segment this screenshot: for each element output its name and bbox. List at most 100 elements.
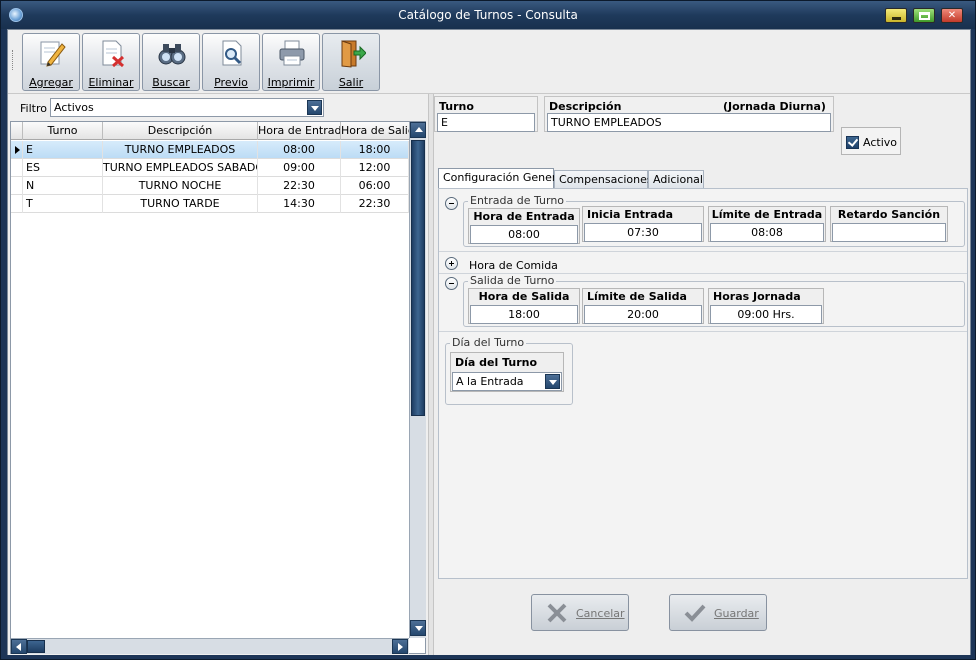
inicio-entrada-label: Inicia Entrada bbox=[587, 208, 673, 221]
edit-pencil-icon bbox=[40, 41, 66, 67]
retardo-sancion-label: Retardo Sanción bbox=[837, 208, 941, 221]
cell-turno: T bbox=[23, 195, 103, 213]
cancel-label: Cancelar bbox=[576, 607, 625, 620]
filter-select[interactable]: Activos bbox=[50, 98, 324, 117]
close-icon: ✕ bbox=[947, 10, 957, 21]
grid-header: Turno Descripción Hora de Entrada Hora d… bbox=[11, 122, 409, 140]
entrada-group: Entrada de Turno Hora de Entrada 08:00 I… bbox=[463, 194, 965, 247]
print-button-label: Imprimir bbox=[267, 76, 315, 89]
maximize-button[interactable] bbox=[913, 8, 935, 23]
dia-turno-group: Día del Turno Día del Turno A la Entrada bbox=[445, 336, 573, 405]
exit-button-label: Salir bbox=[338, 76, 364, 89]
cell-descripcion: TURNO EMPLEADOS SABADO bbox=[103, 159, 258, 177]
row-indicator bbox=[11, 159, 23, 177]
limite-entrada-input[interactable]: 08:08 bbox=[710, 223, 824, 242]
filter-value: Activos bbox=[54, 101, 94, 114]
scroll-right-button[interactable] bbox=[392, 639, 408, 654]
activo-checkbox[interactable] bbox=[846, 136, 859, 149]
minimize-icon bbox=[892, 17, 901, 20]
cell-turno: N bbox=[23, 177, 103, 195]
turnos-grid: Turno Descripción Hora de Entrada Hora d… bbox=[10, 121, 426, 654]
hora-entrada-input[interactable]: 08:00 bbox=[470, 225, 578, 244]
filter-label: Filtro bbox=[20, 102, 47, 115]
scroll-left-button[interactable] bbox=[11, 639, 27, 654]
search-button[interactable]: Buscar bbox=[142, 33, 200, 91]
expand-comida-icon[interactable] bbox=[445, 257, 458, 270]
chevron-down-icon[interactable] bbox=[307, 100, 322, 115]
col-hora-entrada[interactable]: Hora de Entrada bbox=[258, 122, 341, 140]
app-window: Catálogo de Turnos - Consulta ✕ Agregar bbox=[0, 0, 976, 660]
delete-document-icon bbox=[102, 40, 125, 68]
chevron-right-icon bbox=[398, 643, 403, 651]
col-turno[interactable]: Turno bbox=[23, 122, 103, 140]
scroll-thumb[interactable] bbox=[411, 140, 425, 416]
exit-button[interactable]: Salir bbox=[322, 33, 380, 91]
hora-salida-input[interactable]: 18:00 bbox=[470, 305, 578, 324]
turno-label: Turno bbox=[439, 100, 474, 113]
add-button[interactable]: Agregar bbox=[22, 33, 80, 91]
toolbar-grip[interactable] bbox=[12, 50, 14, 70]
limite-salida-label: Límite de Salida bbox=[587, 290, 687, 303]
preview-button-label: Previo bbox=[214, 76, 248, 89]
descripcion-label: Descripción bbox=[549, 100, 622, 113]
cell-descripcion: TURNO NOCHE bbox=[103, 177, 258, 195]
salida-group: Salida de Turno Hora de Salida 18:00 Lím… bbox=[463, 274, 965, 327]
cell-hora-salida: 18:00 bbox=[341, 141, 409, 159]
table-row[interactable]: E TURNO EMPLEADOS 08:00 18:00 bbox=[11, 141, 409, 159]
table-row[interactable]: T TURNO TARDE 14:30 22:30 bbox=[11, 195, 409, 213]
hora-salida-cell: Hora de Salida 18:00 bbox=[468, 288, 580, 324]
descripcion-input[interactable]: TURNO EMPLEADOS bbox=[547, 113, 831, 132]
checkmark-icon bbox=[684, 604, 706, 622]
save-label: Guardar bbox=[714, 607, 759, 620]
col-hora-salida[interactable]: Hora de Salida bbox=[341, 122, 409, 140]
cell-hora-salida: 12:00 bbox=[341, 159, 409, 177]
retardo-sancion-input[interactable] bbox=[832, 223, 946, 242]
preview-button[interactable]: Previo bbox=[202, 33, 260, 91]
horas-jornada-value: 09:00 Hrs. bbox=[710, 305, 822, 324]
scroll-up-button[interactable] bbox=[410, 122, 426, 138]
cancel-button[interactable]: Cancelar bbox=[531, 594, 629, 631]
inicio-entrada-input[interactable]: 07:30 bbox=[584, 223, 702, 242]
minimize-button[interactable] bbox=[885, 8, 907, 23]
entrada-group-title: Entrada de Turno bbox=[468, 194, 567, 207]
title-bar[interactable]: Catálogo de Turnos - Consulta ✕ bbox=[1, 1, 975, 29]
comida-label[interactable]: Hora de Comida bbox=[469, 259, 558, 272]
vertical-scrollbar[interactable] bbox=[409, 122, 426, 638]
list-panel: Filtro Activos Turno Descripción Hora de… bbox=[8, 94, 428, 655]
dia-turno-label: Día del Turno bbox=[455, 356, 538, 369]
tab-adicional[interactable]: Adicional bbox=[648, 170, 704, 188]
cell-descripcion: TURNO TARDE bbox=[103, 195, 258, 213]
save-button[interactable]: Guardar bbox=[669, 594, 767, 631]
col-descripcion[interactable]: Descripción bbox=[103, 122, 258, 140]
section-divider bbox=[439, 251, 967, 252]
chevron-down-icon[interactable] bbox=[545, 374, 560, 389]
horas-jornada-cell: Horas Jornada 09:00 Hrs. bbox=[708, 288, 824, 324]
activo-label: Activo bbox=[863, 136, 897, 149]
hscroll-thumb[interactable] bbox=[27, 640, 45, 653]
delete-button-label: Eliminar bbox=[88, 76, 134, 89]
delete-button[interactable]: Eliminar bbox=[82, 33, 140, 91]
row-indicator bbox=[11, 177, 23, 195]
detail-panel: Turno E Descripción (Jornada Diurna) TUR… bbox=[434, 94, 970, 655]
cell-descripcion: TURNO EMPLEADOS bbox=[103, 141, 258, 159]
cell-hora-salida: 06:00 bbox=[341, 177, 409, 195]
dia-turno-cell: Día del Turno A la Entrada bbox=[450, 352, 564, 392]
chevron-left-icon bbox=[16, 643, 21, 651]
print-button[interactable]: Imprimir bbox=[262, 33, 320, 91]
collapse-salida-icon[interactable] bbox=[445, 277, 458, 290]
table-row[interactable]: N TURNO NOCHE 22:30 06:00 bbox=[11, 177, 409, 195]
descripcion-field-group: Descripción (Jornada Diurna) TURNO EMPLE… bbox=[544, 96, 834, 132]
scroll-down-button[interactable] bbox=[410, 620, 426, 636]
collapse-entrada-icon[interactable] bbox=[445, 197, 458, 210]
limite-salida-input[interactable]: 20:00 bbox=[584, 305, 702, 324]
chevron-up-icon bbox=[415, 127, 423, 132]
dia-turno-select[interactable]: A la Entrada bbox=[452, 372, 562, 391]
table-row[interactable]: ES TURNO EMPLEADOS SABADO 09:00 12:00 bbox=[11, 159, 409, 177]
horizontal-scrollbar[interactable] bbox=[11, 638, 409, 654]
activo-checkbox-group[interactable]: Activo bbox=[841, 127, 901, 155]
tab-configuracion-general[interactable]: Configuración General bbox=[438, 168, 566, 189]
close-button[interactable]: ✕ bbox=[941, 8, 963, 23]
cancel-x-icon bbox=[547, 603, 567, 623]
turno-input[interactable]: E bbox=[437, 113, 535, 132]
tab-compensaciones[interactable]: Compensaciones bbox=[554, 170, 653, 188]
